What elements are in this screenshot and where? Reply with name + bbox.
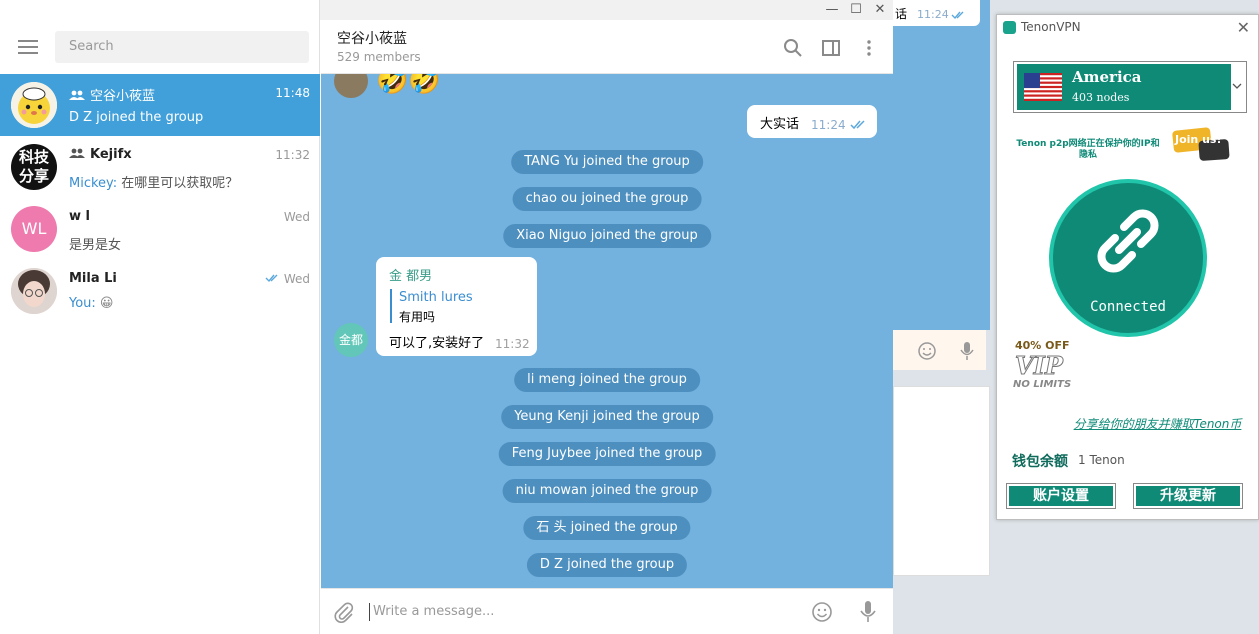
chat-name: w l (69, 209, 90, 224)
wallet-balance: 1 Tenon (1078, 453, 1125, 467)
microphone-icon (960, 342, 974, 360)
region-display: America 403 nodes (1017, 64, 1231, 110)
service-message: 石 头 joined the group (523, 516, 691, 540)
background-window: 话 11:24 (893, 0, 993, 634)
background-bubble-text: 话 (895, 7, 908, 21)
service-message: Feng Juybee joined the group (498, 442, 716, 466)
menu-icon[interactable] (18, 40, 38, 54)
double-check-icon (951, 11, 964, 20)
reply-author: Smith lures (399, 290, 473, 305)
region-selector[interactable]: America 403 nodes (1013, 61, 1247, 113)
more-options-icon[interactable] (859, 38, 879, 58)
chat-item-wl[interactable]: WL w l Wed 是男是女 (0, 198, 320, 260)
chat-item-mila-li[interactable]: Mila Li Wed You: 😀 (0, 260, 320, 322)
background-panel (893, 386, 990, 576)
reply-text: 有用吗 (399, 310, 436, 324)
chat-list-sidebar: Search 空谷小莜蓝 11:48 D Z joined the group … (0, 0, 320, 634)
us-flag-icon (1024, 73, 1062, 101)
double-check-icon (265, 274, 278, 283)
message-text: 大实话 (760, 117, 800, 132)
close-button[interactable]: ✕ (872, 2, 888, 18)
maximize-button[interactable]: ☐ (848, 2, 864, 18)
chat-time: Wed (265, 272, 310, 286)
incoming-message[interactable]: 金 都男 Smith lures 有用吗 可以了,安装好了 11:32 (376, 257, 537, 356)
background-chat-area (893, 0, 990, 330)
sidebar-toggle-icon[interactable] (821, 38, 841, 58)
chat-preview: Mickey: 在哪里可以获取呢？ (69, 176, 239, 191)
service-message: Yeung Kenji joined the group (501, 405, 713, 429)
message-text: 可以了,安装好了 (389, 336, 485, 351)
chat-members-count: 529 members (337, 50, 421, 64)
chat-item-kongu[interactable]: 空谷小莜蓝 11:48 D Z joined the group (0, 74, 320, 136)
message-time: 11:24 (811, 118, 846, 132)
emoji-message: 🤣🤣 (376, 74, 441, 96)
avatar (11, 268, 57, 314)
reply-bar (390, 289, 392, 323)
group-icon (69, 90, 85, 100)
service-message: D Z joined the group (526, 553, 688, 577)
chat-name: Kejifx (69, 147, 132, 162)
chevron-down-icon[interactable] (1232, 82, 1242, 90)
chat-time: 11:48 (275, 86, 310, 100)
message-sender: 金 都男 (389, 269, 433, 284)
emoji-icon (918, 342, 936, 360)
microphone-icon[interactable] (859, 600, 877, 624)
avatar: WL (11, 206, 57, 252)
chat-preview: You: 😀 (69, 296, 114, 311)
service-message: chao ou joined the group (512, 187, 702, 211)
double-check-icon (850, 120, 865, 130)
service-message: Xiao Niguo joined the group (503, 224, 711, 248)
message-composer: Write a message... (321, 588, 893, 634)
chat-title[interactable]: 空谷小莜蓝 (337, 28, 407, 48)
emoji-icon[interactable] (811, 601, 833, 623)
chat-time: Wed (283, 210, 310, 224)
service-message: niu mowan joined the group (502, 479, 712, 503)
search-input[interactable]: Search (55, 31, 309, 63)
chat-item-kejifx[interactable]: 科技分享 Kejifx 11:32 Mickey: 在哪里可以获取呢？ (0, 136, 320, 198)
vpn-logo-icon (1003, 21, 1016, 34)
group-icon (69, 148, 85, 158)
service-message: TANG Yu joined the group (511, 150, 703, 174)
chat-name: Mila Li (69, 271, 117, 286)
vip-subtitle: NO LIMITS (1013, 379, 1072, 390)
join-us-label: Join us! (1175, 133, 1222, 146)
link-icon (1097, 209, 1159, 273)
chat-time: 11:32 (275, 148, 310, 162)
background-bubble: 话 11:24 (893, 0, 980, 26)
share-link[interactable]: 分享给你的朋友并赚取Tenon币 (997, 415, 1258, 432)
search-icon[interactable] (783, 38, 803, 58)
vip-label[interactable]: VIP (1015, 351, 1064, 381)
avatar: 科技分享 (11, 144, 57, 190)
minimize-button[interactable]: — (824, 2, 840, 18)
service-message: li meng joined the group (514, 368, 700, 392)
message-time: 11:32 (495, 337, 530, 351)
sender-avatar (334, 74, 368, 98)
chat-preview: D Z joined the group (69, 110, 204, 125)
title-bar: — ☐ ✕ (320, 0, 893, 20)
background-composer (893, 330, 986, 370)
chat-name: 空谷小莜蓝 (69, 85, 155, 104)
join-us-badge[interactable]: Join us! (1171, 127, 1233, 163)
vpn-protect-text: Tenon p2p网络正在保护你的IP和隐私 (1016, 139, 1160, 160)
message-input[interactable]: Write a message... (369, 603, 494, 621)
close-icon[interactable]: ✕ (1237, 18, 1250, 37)
telegram-window: — ☐ ✕ Search 空谷小莜蓝 11:48 D Z joined the … (0, 0, 893, 634)
outgoing-message[interactable]: 大实话 11:24 (747, 105, 877, 138)
vpn-window: TenonVPN ✕ America 403 nodes Tenon p2p网络… (996, 14, 1259, 520)
connect-button[interactable]: Connected (1049, 179, 1207, 337)
attach-icon[interactable] (333, 601, 355, 623)
upgrade-button[interactable]: 升级更新 (1133, 483, 1243, 509)
avatar (11, 82, 57, 128)
connection-status: Connected (1090, 299, 1166, 315)
chat-header: 空谷小莜蓝 529 members (321, 20, 893, 74)
background-bubble-time: 11:24 (917, 8, 949, 21)
message-list: 🤣🤣 大实话 11:24 TANG Yu joined the group ch… (321, 74, 893, 588)
account-settings-button[interactable]: 账户设置 (1006, 483, 1116, 509)
chat-preview: 是男是女 (69, 238, 122, 253)
region-country: America (1072, 68, 1142, 86)
region-nodes: 403 nodes (1072, 91, 1130, 104)
vpn-title: TenonVPN (1021, 20, 1081, 34)
sender-avatar[interactable]: 金都 (334, 323, 368, 357)
wallet-label: 钱包余额 (1012, 454, 1068, 470)
